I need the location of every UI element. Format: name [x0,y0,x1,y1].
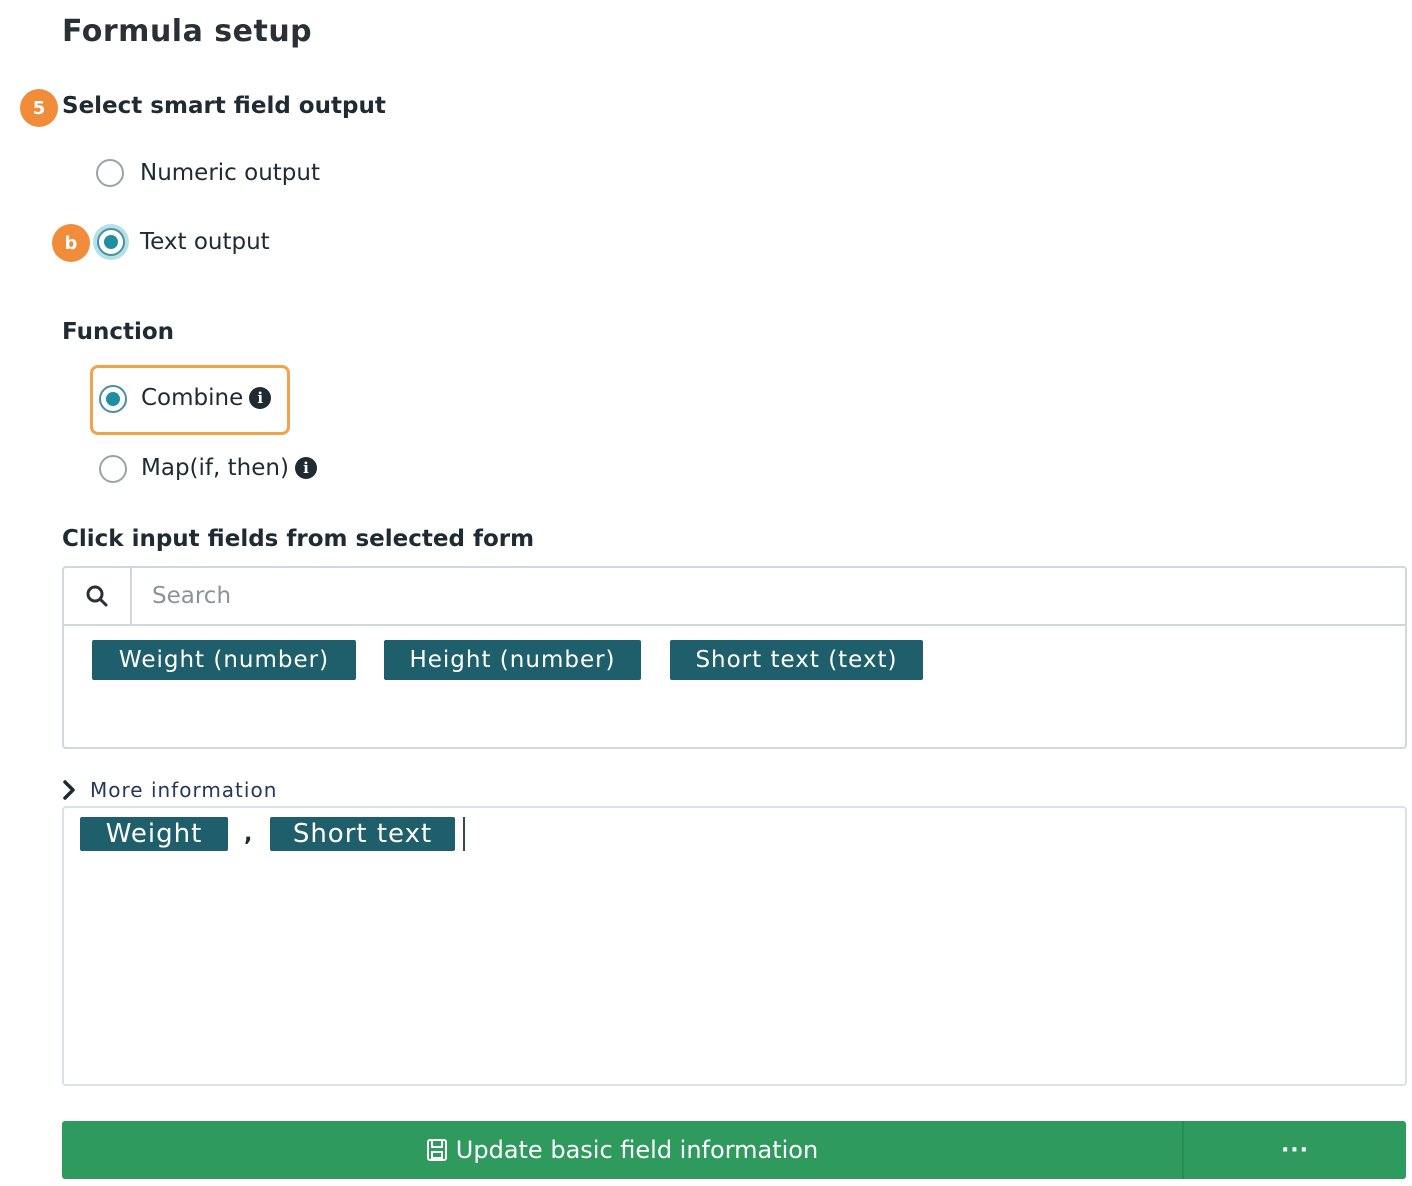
info-icon[interactable]: i [294,457,317,479]
map-option[interactable]: Map(if, then) i [141,455,317,481]
more-actions-button[interactable]: ··· [1182,1121,1406,1179]
search-box [62,566,1407,626]
output-section-label: Select smart field output [62,93,386,119]
option-badge: b [52,224,90,262]
more-information-toggle[interactable]: More information [62,778,277,802]
field-chip-height[interactable]: Height (number) [384,640,641,680]
formula-token-weight[interactable]: Weight [80,817,228,851]
formula-editor[interactable] [62,806,1407,1086]
numeric-output-radio[interactable] [96,159,124,187]
formula-token-short-text[interactable]: Short text [270,817,455,851]
save-icon [426,1139,447,1161]
input-fields-label: Click input fields from selected form [62,526,535,552]
field-chip-short-text[interactable]: Short text (text) [670,640,923,680]
combine-radio[interactable] [99,385,127,413]
info-icon[interactable]: i [249,387,272,409]
step-badge: 5 [20,89,58,127]
numeric-output-label[interactable]: Numeric output [140,160,320,186]
combine-label: Combine [141,385,244,411]
text-caret [463,817,465,851]
chevron-right-icon [63,780,75,800]
search-input[interactable] [132,568,1405,624]
field-chip-weight[interactable]: Weight (number) [92,640,356,680]
text-output-radio[interactable] [97,228,125,256]
map-radio[interactable] [99,455,127,483]
map-label: Map(if, then) [141,455,289,481]
update-button-label: Update basic field information [455,1136,819,1164]
update-basic-field-button[interactable]: Update basic field information [62,1121,1182,1179]
formula-separator: , [244,822,253,847]
function-section-label: Function [62,319,175,345]
more-information-label: More information [90,778,278,802]
update-bar: Update basic field information ··· [62,1121,1406,1179]
combine-option[interactable]: Combine i [141,385,272,411]
page-title: Formula setup [62,14,313,49]
search-icon[interactable] [64,568,132,624]
text-output-label[interactable]: Text output [140,229,270,255]
